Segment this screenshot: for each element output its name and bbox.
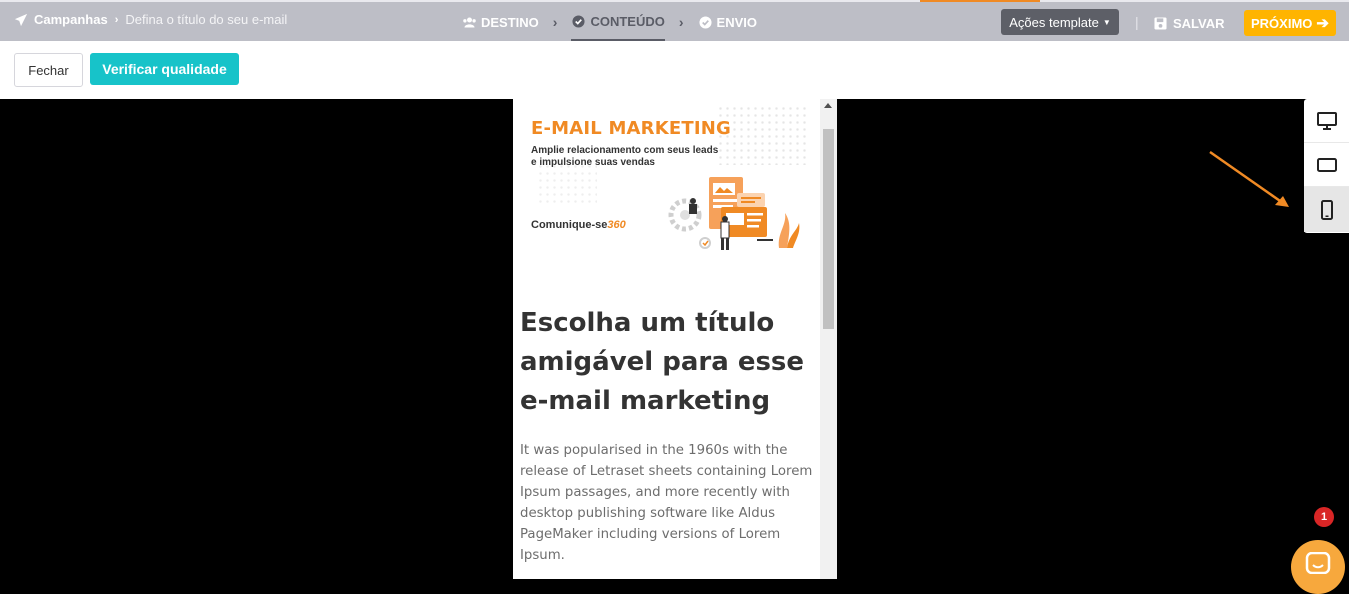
editor-toolbar: Fechar Verificar qualidade <box>0 41 1349 99</box>
tablet-view-button[interactable] <box>1304 143 1349 187</box>
step-conteudo[interactable]: CONTEÚDO <box>571 2 665 41</box>
banner-title: E-MAIL MARKETING <box>531 118 732 139</box>
email-preview[interactable]: E-MAIL MARKETING Amplie relacionamento c… <box>513 99 837 579</box>
step-conteudo-label: CONTEÚDO <box>590 13 665 29</box>
dot-pattern <box>537 163 597 203</box>
paper-plane-icon <box>14 13 28 26</box>
check-circle-icon <box>698 15 712 29</box>
template-actions-label: Ações template <box>1009 14 1099 30</box>
floppy-disk-icon <box>1154 16 1167 30</box>
divider: | <box>1135 14 1139 30</box>
chat-icon <box>1305 552 1331 574</box>
save-button[interactable]: SALVAR <box>1154 12 1225 34</box>
email-banner-image: E-MAIL MARKETING Amplie relacionamento c… <box>517 103 815 263</box>
save-label: SALVAR <box>1173 15 1225 31</box>
notification-badge: 1 <box>1314 507 1334 527</box>
top-bar: Campanhas › Defina o título do seu e-mai… <box>0 0 1349 41</box>
desktop-icon <box>1316 111 1337 130</box>
mobile-icon <box>1320 199 1333 220</box>
breadcrumb-campaigns-link[interactable]: Campanhas <box>34 12 108 27</box>
chevron-right-icon: › <box>552 13 558 30</box>
caret-down-icon: ▼ <box>1102 17 1111 27</box>
device-switcher <box>1304 99 1349 233</box>
scrollbar-thumb[interactable] <box>823 129 834 329</box>
marketing-illustration <box>668 177 800 250</box>
wizard-steps: DESTINO › CONTEÚDO › ENVIO <box>462 2 757 41</box>
close-button[interactable]: Fechar <box>14 53 83 87</box>
check-circle-icon <box>572 14 586 28</box>
next-button[interactable]: PRÓXIMO ➔ <box>1244 10 1336 36</box>
email-headline: Escolha um título amigável para esse e-m… <box>520 308 805 416</box>
step-envio-label: ENVIO <box>716 14 757 30</box>
chat-widget-button[interactable] <box>1291 540 1345 594</box>
arrow-right-icon: ➔ <box>1316 15 1329 32</box>
email-body-text: It was popularised in the 1960s with the… <box>520 443 813 563</box>
breadcrumb-current: Defina o título do seu e-mail <box>125 12 288 27</box>
step-envio[interactable]: ENVIO <box>698 2 757 41</box>
users-icon <box>463 17 476 27</box>
chevron-right-icon: › <box>678 13 684 30</box>
pointer-arrow-icon <box>1209 150 1289 207</box>
preview-scrollbar[interactable] <box>820 99 837 579</box>
banner-logo-text: Comunique-se <box>531 219 608 231</box>
scroll-up-arrow-icon[interactable] <box>824 103 832 108</box>
chevron-right-icon: › <box>114 13 119 26</box>
step-destino-label: DESTINO <box>481 14 539 30</box>
banner-logo-number: 360 <box>607 219 626 231</box>
desktop-view-button[interactable] <box>1304 99 1349 143</box>
tablet-icon <box>1316 157 1337 172</box>
template-actions-dropdown[interactable]: Ações template ▼ <box>1001 9 1119 35</box>
next-label: PRÓXIMO <box>1251 15 1313 31</box>
step-destino[interactable]: DESTINO <box>462 2 539 41</box>
breadcrumb: Campanhas › Defina o título do seu e-mai… <box>14 12 287 27</box>
mobile-view-button[interactable] <box>1304 187 1349 232</box>
check-quality-button[interactable]: Verificar qualidade <box>90 53 239 85</box>
banner-logo: Comunique-se360 <box>531 219 626 231</box>
accent-strip <box>920 0 1040 2</box>
